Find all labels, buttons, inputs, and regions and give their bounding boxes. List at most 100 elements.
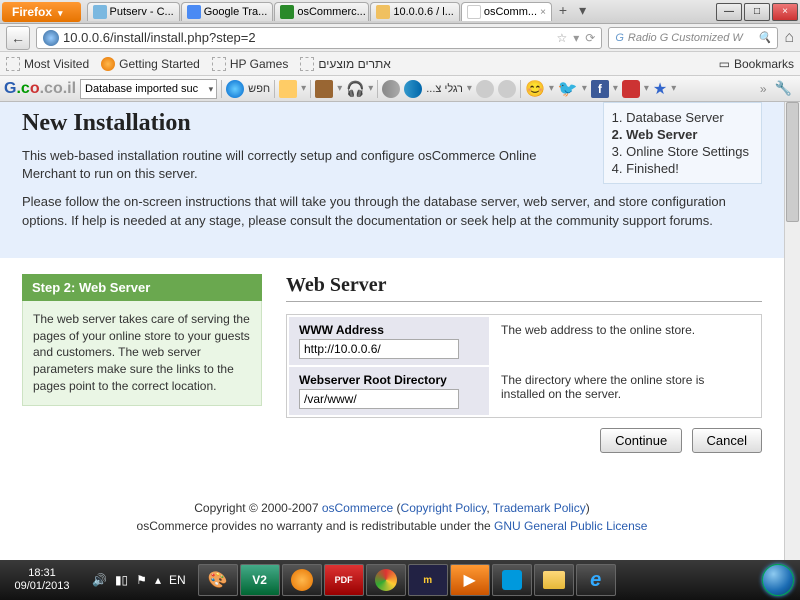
radio-next-icon[interactable] xyxy=(498,80,516,98)
close-icon[interactable]: × xyxy=(540,7,546,18)
star-icon[interactable]: ★ xyxy=(653,79,667,99)
url-text: 10.0.0.6/install/install.php?step=2 xyxy=(63,30,556,45)
separator xyxy=(310,80,311,98)
angry-bird-icon[interactable]: 🐦 xyxy=(558,79,578,99)
chevron-down-icon[interactable]: ▾ xyxy=(549,83,554,94)
most-visited-button[interactable]: Most Visited xyxy=(6,57,89,71)
chevron-down-icon[interactable]: ▾ xyxy=(671,83,676,94)
tray-expand-icon[interactable]: ▴ xyxy=(155,573,161,587)
avatar-icon[interactable] xyxy=(315,80,333,98)
gpl-link[interactable]: GNU General Public License xyxy=(494,519,647,533)
youtube-icon[interactable] xyxy=(622,80,640,98)
bookmark-label: אתרים מוצעים xyxy=(318,57,391,71)
close-button[interactable]: × xyxy=(772,3,798,21)
facebook-icon[interactable]: f xyxy=(591,80,609,98)
chevron-down-icon[interactable]: ▾ xyxy=(337,83,342,94)
bookmark-label: Bookmarks xyxy=(734,57,794,71)
overflow-icon[interactable]: » xyxy=(760,82,767,96)
bookmarks-toolbar: Most Visited Getting Started HP Games את… xyxy=(0,52,800,76)
radio-play-icon[interactable] xyxy=(404,80,422,98)
taskbar-app-paint[interactable]: 🎨 xyxy=(198,564,238,596)
bookmarks-menu-button[interactable]: ▭ Bookmarks xyxy=(719,57,794,71)
getting-started-link[interactable]: Getting Started xyxy=(101,57,200,71)
vertical-scrollbar[interactable] xyxy=(784,102,800,560)
scrollbar-thumb[interactable] xyxy=(786,102,799,222)
taskbar-app-chrome[interactable] xyxy=(366,564,406,596)
maximize-button[interactable]: □ xyxy=(744,3,770,21)
emoji-icon[interactable]: 😊 xyxy=(525,79,545,99)
chevron-down-icon[interactable]: ▾ xyxy=(368,83,373,94)
tab-oscommerce-install[interactable]: osComm...× xyxy=(461,2,552,21)
search-box[interactable]: G Radio G Customized W 🔍 xyxy=(608,27,778,49)
taskbar-app-ie[interactable]: e xyxy=(576,564,616,596)
home-button[interactable]: ⌂ xyxy=(784,29,794,47)
start-button[interactable] xyxy=(756,561,800,599)
step-item: Online Store Settings xyxy=(612,143,749,160)
separator xyxy=(520,80,521,98)
taskbar-app-teamviewer[interactable] xyxy=(492,564,532,596)
section-heading: Web Server xyxy=(286,274,762,302)
main-panel: Web Server WWW Address The web address t… xyxy=(286,274,762,453)
headphones-icon[interactable]: 🎧 xyxy=(346,80,364,98)
www-address-input[interactable] xyxy=(299,339,459,359)
page-icon xyxy=(300,57,314,71)
chevron-down-icon[interactable]: ▾ xyxy=(613,83,618,94)
taskbar-app-vnc[interactable]: V2 xyxy=(240,564,280,596)
continue-button[interactable]: Continue xyxy=(600,428,682,453)
firefox-menu-button[interactable]: Firefox xyxy=(2,2,81,22)
chevron-down-icon[interactable]: ▾ xyxy=(467,83,472,94)
taskbar-app-explorer[interactable] xyxy=(534,564,574,596)
suggested-sites-link[interactable]: אתרים מוצעים xyxy=(300,57,391,71)
root-dir-input[interactable] xyxy=(299,389,459,409)
tab-oscommerce-site[interactable]: osCommerc... xyxy=(274,2,369,21)
taskbar-app-mirc[interactable]: m xyxy=(408,564,448,596)
tab-label: Google Tra... xyxy=(204,6,268,18)
google-logo[interactable]: G.co.co.il xyxy=(4,80,76,98)
volume-icon[interactable]: 🔊 xyxy=(92,573,107,587)
minimize-button[interactable]: — xyxy=(716,3,742,21)
dropdown-icon[interactable]: ▾ xyxy=(573,31,579,45)
www-address-label: WWW Address xyxy=(299,323,479,337)
bookmarks-icon: ▭ xyxy=(719,57,730,71)
taskbar-app-pdf[interactable]: PDF xyxy=(324,564,364,596)
cancel-button[interactable]: Cancel xyxy=(692,428,762,453)
bookmark-label: Getting Started xyxy=(119,57,200,71)
tab-google-translate[interactable]: Google Tra... xyxy=(181,2,274,21)
reload-icon[interactable]: ⟳ xyxy=(585,31,595,45)
tab-phpmyadmin[interactable]: 10.0.0.6 / l... xyxy=(370,2,460,21)
back-button[interactable]: ← xyxy=(6,26,30,50)
chevron-down-icon[interactable]: ▾ xyxy=(301,83,306,94)
root-dir-desc: The directory where the online store is … xyxy=(491,367,759,415)
clock[interactable]: 18:31 09/01/2013 xyxy=(0,563,84,597)
radio-stop-icon[interactable] xyxy=(476,80,494,98)
page-content: New Installation This web-based installa… xyxy=(0,102,784,560)
search-go-icon[interactable]: 🔍 xyxy=(758,31,772,44)
chevron-down-icon[interactable]: ▾ xyxy=(644,83,649,94)
url-field[interactable]: 10.0.0.6/install/install.php?step=2 ☆ ▾ … xyxy=(36,27,602,49)
tab-label: osComm... xyxy=(484,6,537,18)
chevron-down-icon[interactable]: ▾ xyxy=(582,83,587,94)
copyright-policy-link[interactable]: Copyright Policy xyxy=(401,501,487,515)
copyright-text: Copyright © 2000-2007 xyxy=(194,501,322,515)
star-icon[interactable]: ☆ xyxy=(556,31,567,45)
flag-icon[interactable]: ⚑ xyxy=(136,573,147,587)
oscommerce-link[interactable]: osCommerce xyxy=(322,501,393,515)
taskbar-app-firefox[interactable] xyxy=(282,564,322,596)
side-panel: Step 2: Web Server The web server takes … xyxy=(22,274,262,406)
hp-games-link[interactable]: HP Games xyxy=(212,57,288,71)
status-dropdown[interactable]: Database imported suc xyxy=(80,79,217,99)
search-plugin-icon[interactable] xyxy=(226,80,244,98)
taskbar-app-mediaplayer[interactable]: ▶ xyxy=(450,564,490,596)
search-label: חפש xyxy=(248,83,270,95)
firefox-icon xyxy=(101,57,115,71)
wand-icon[interactable] xyxy=(279,80,297,98)
trademark-policy-link[interactable]: Trademark Policy xyxy=(493,501,586,515)
radio-prev-icon[interactable] xyxy=(382,80,400,98)
wrench-icon[interactable]: 🔧 xyxy=(775,80,792,97)
tab-list-button[interactable]: ▾ xyxy=(573,2,592,21)
network-icon[interactable]: ▮▯ xyxy=(115,573,128,587)
addon-toolbar: G.co.co.il Database imported suc חפש ▾ ▾… xyxy=(0,76,800,102)
language-indicator[interactable]: EN xyxy=(169,573,186,587)
tab-putserv[interactable]: Putserv - C... xyxy=(87,2,180,21)
new-tab-button[interactable]: + xyxy=(553,2,573,21)
